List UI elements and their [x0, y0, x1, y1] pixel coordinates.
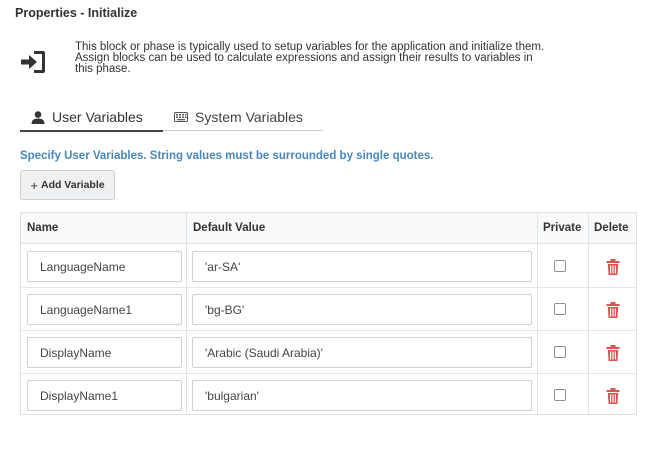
table-row: DisplayName 'Arabic (Saudi Arabia)'	[21, 331, 636, 374]
tab-system-variables[interactable]: System Variables	[163, 104, 323, 131]
default-value-input[interactable]: 'bg-BG'	[192, 294, 532, 325]
variable-name-input[interactable]: DisplayName	[27, 337, 182, 368]
instructions-text: Specify User Variables. String values mu…	[20, 150, 434, 162]
intro-line: this phase.	[75, 63, 131, 75]
add-variable-label: Add Variable	[40, 179, 105, 191]
private-checkbox[interactable]	[554, 260, 566, 272]
plus-icon: +	[30, 177, 38, 193]
default-value-input[interactable]: 'ar-SA'	[192, 251, 532, 282]
private-checkbox[interactable]	[554, 389, 566, 401]
user-icon	[31, 110, 45, 124]
header-default-value: Default Value	[193, 222, 266, 234]
private-checkbox[interactable]	[554, 346, 566, 358]
intro-line: Assign blocks can be used to calculate e…	[75, 52, 533, 64]
user-variables-table: Name Default Value Private Delete Langua…	[20, 212, 637, 415]
variable-name-input[interactable]: LanguageName	[27, 251, 182, 282]
table-row: LanguageName 'ar-SA'	[21, 245, 636, 288]
variable-name-input[interactable]: DisplayName1	[27, 380, 182, 411]
header-private: Private	[543, 222, 582, 234]
trash-icon[interactable]	[606, 259, 620, 275]
header-delete: Delete	[594, 222, 629, 234]
add-variable-button[interactable]: + Add Variable	[20, 170, 115, 200]
page-title: Properties - Initialize	[15, 6, 138, 20]
tab-user-variables[interactable]: User Variables	[20, 104, 163, 132]
tab-label: User Variables	[52, 109, 143, 125]
table-row: DisplayName1 'bulgarian'	[21, 374, 636, 417]
default-value-input[interactable]: 'bulgarian'	[192, 380, 532, 411]
variable-name-input[interactable]: LanguageName1	[27, 294, 182, 325]
tab-label: System Variables	[195, 109, 303, 125]
table-header: Name Default Value Private Delete	[21, 213, 636, 244]
trash-icon[interactable]	[606, 345, 620, 361]
intro-description: This block or phase is typically used to…	[75, 41, 595, 75]
private-checkbox[interactable]	[554, 303, 566, 315]
variables-tabs: User Variables System Variables	[20, 104, 323, 132]
trash-icon[interactable]	[606, 302, 620, 318]
sign-in-icon	[21, 51, 45, 73]
trash-icon[interactable]	[606, 388, 620, 404]
header-name: Name	[27, 222, 59, 234]
default-value-input[interactable]: 'Arabic (Saudi Arabia)'	[192, 337, 532, 368]
keyboard-icon	[174, 112, 188, 122]
table-row: LanguageName1 'bg-BG'	[21, 288, 636, 331]
